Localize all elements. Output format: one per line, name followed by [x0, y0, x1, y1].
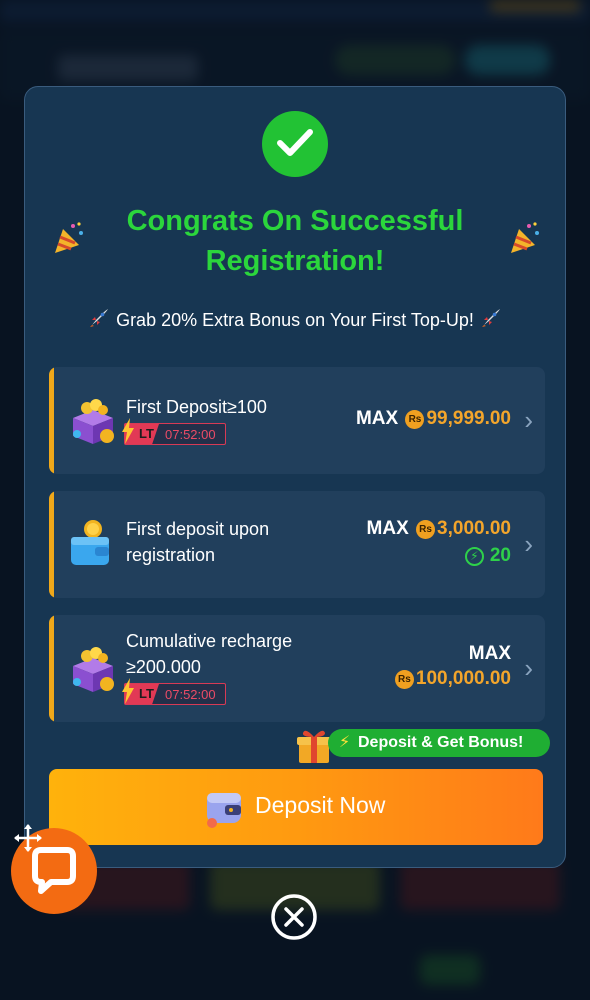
lt-label: LT [139, 426, 154, 441]
amount-value: 100,000.00 [415, 668, 511, 689]
lightning-coin-icon: ⚡ [464, 547, 484, 566]
chevron-right-icon: › [524, 405, 533, 435]
limited-time-tag: LT 07:52:00 [122, 418, 226, 445]
amount-value: 3,000.00 [437, 518, 511, 539]
modal-subtitle: Grab 20% Extra Bonus on Your First Top-U… [25, 307, 565, 334]
deposit-bonus-pill: ⚡ Deposit & Get Bonus! [328, 729, 550, 757]
wallet-icon [71, 520, 109, 565]
rupee-coin-icon: Rs [394, 670, 414, 689]
offer-amount: Rs 100,000.00 [393, 668, 511, 690]
offer-name: First deposit upon registration [126, 519, 270, 565]
registration-success-modal: Congrats On Successful Registration! Gra… [24, 86, 566, 868]
offer-name: First Deposit≥100 [126, 397, 267, 417]
offer-card-first-deposit[interactable]: First Deposit≥100 LT 07:52:00 MAX Rs 99,9… [49, 367, 545, 474]
bonus-points-value: 20 [489, 545, 511, 566]
offer-card-cumulative-recharge[interactable]: Cumulative recharge ≥200.000 LT 07:52:00… [49, 615, 545, 722]
offer-amount: MAX Rs 3,000.00 [367, 518, 511, 540]
offer-amount: MAX Rs 99,999.00 [356, 408, 511, 430]
offer-accent-bar [49, 491, 54, 598]
rupee-coin-icon: Rs [405, 410, 425, 429]
lt-label: LT [139, 686, 154, 701]
offer-accent-bar [49, 367, 54, 474]
max-label-row: MAX [469, 643, 511, 665]
check-icon [262, 111, 328, 177]
deposit-now-label: Deposit Now [255, 792, 386, 818]
subtitle-text: Grab 20% Extra Bonus on Your First Top-U… [116, 310, 474, 330]
bonus-points: ⚡ 20 [464, 545, 511, 567]
rupee-coin-icon: Rs [416, 520, 436, 539]
party-popper-icon [511, 222, 539, 253]
max-label: MAX [366, 518, 409, 539]
lightning-icon: ⚡ [339, 734, 351, 751]
party-popper-icon [55, 222, 83, 253]
move-icon[interactable] [12, 822, 44, 854]
treasure-chest-icon [73, 647, 114, 692]
gift-icon [297, 730, 331, 763]
offer-card-registration-deposit[interactable]: First deposit upon registration MAX Rs 3,… [49, 491, 545, 598]
chevron-right-icon: › [524, 529, 533, 559]
max-label: MAX [355, 408, 399, 429]
max-label: MAX [468, 643, 511, 664]
offer-name: Cumulative recharge ≥200.000 [126, 631, 293, 677]
rocket-icon [88, 307, 110, 334]
amount-value: 99,999.00 [426, 408, 511, 429]
close-icon[interactable] [270, 893, 318, 941]
countdown-timer: 07:52:00 [165, 687, 216, 702]
offer-accent-bar [49, 615, 54, 722]
wallet-icon [207, 793, 241, 828]
countdown-timer: 07:52:00 [165, 427, 216, 442]
lightning-icon [122, 418, 134, 444]
chevron-right-icon: › [524, 653, 533, 683]
treasure-chest-icon [73, 399, 114, 444]
lightning-icon [122, 678, 134, 704]
modal-title: Congrats On Successful Registration! [126, 205, 464, 277]
limited-time-tag: LT 07:52:00 [122, 678, 226, 705]
rocket-icon [480, 307, 502, 334]
deposit-now-button[interactable]: Deposit Now [49, 769, 543, 845]
bonus-pill-text: Deposit & Get Bonus! [358, 734, 524, 751]
